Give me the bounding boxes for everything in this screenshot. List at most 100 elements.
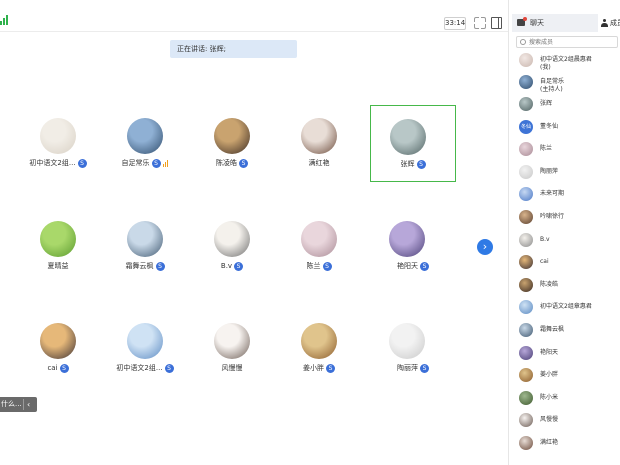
participant-badge-icon: S [322,261,332,271]
member-name: 霜舞云枫 [540,326,565,333]
member-list-item[interactable]: 自足常乐 (主持人) [519,75,619,93]
member-avatar [519,53,533,67]
member-avatar [519,323,533,337]
participant-label: B.v S [189,261,275,271]
member-list-item[interactable]: 陈小米 [519,390,619,408]
participant-tile[interactable]: 艳阳天 S [370,221,456,277]
participant-avatar [40,118,76,154]
participant-badge-icon: S [420,261,429,271]
chevron-left-icon[interactable]: ‹ [27,397,30,412]
participant-label: 初中语文2组... S [15,158,101,168]
member-list-item[interactable]: 未来可期 [519,187,619,204]
member-name: cai [540,258,549,266]
participant-name: 陶丽萍 [397,364,418,372]
member-name: 自足常乐 [540,78,565,85]
member-list-item[interactable]: 满红艳 [519,436,619,453]
member-list-item[interactable]: 张辉 [519,97,619,114]
chat-icon [517,17,527,26]
member-role: (主持人) [540,86,563,93]
side-panel-toggle-icon[interactable] [491,17,502,29]
participant-badge-icon: S [59,363,69,373]
participant-avatar [389,221,425,257]
member-avatar: 冬仙 [519,119,533,134]
participant-name: 夏晴益 [47,262,69,270]
participant-name: 张辉 [400,160,415,168]
member-name: 陈凌皓 [540,280,559,288]
member-list-item[interactable]: 陶丽萍 [519,164,619,182]
member-list-item[interactable]: 初中语文2组晨惠君 (我) [519,53,619,71]
member-list-item[interactable]: cai [519,255,619,272]
participant-label: 风慢慢 [189,363,275,373]
meeting-window: 33:14 正在讲话: 张辉; 初中语文2组... S 自足常乐 S 陈凌皓 S 满红艳 张辉… [0,0,620,465]
participant-avatar [40,323,76,359]
participant-label: 陶丽萍 S [370,363,456,373]
members-sidebar: 聊天 成员 初中语文2组晨惠君(我) 自足常乐(主持人) 张辉冬仙董冬仙陈兰陶丽萍未… [508,0,620,465]
member-list-item[interactable]: 初中语文2组章惠君 [519,300,619,317]
member-list-item[interactable]: 吟啸徐行 [519,210,619,227]
participant-name: 陈兰 [306,262,321,270]
member-avatar [519,436,533,450]
member-avatar [519,345,533,360]
search-icon [520,39,526,45]
top-toolbar: 33:14 [0,0,508,32]
participant-label: 自足常乐 S [102,158,188,168]
member-avatar [519,164,533,179]
member-search-input[interactable] [529,37,615,47]
participant-name: 自足常乐 [121,159,150,167]
member-list-item[interactable]: 艳阳天 [519,345,619,363]
member-avatar [519,413,533,428]
participant-name: 陈凌皓 [216,159,237,167]
signal-strength-icon [0,15,8,25]
participant-badge-icon: S [155,261,165,271]
participant-tile[interactable]: 陶丽萍 S [370,323,456,379]
participant-label: 陈兰 S [276,261,362,271]
member-list-item[interactable]: 冬仙 董冬仙 [519,119,619,137]
participant-label: 初中语文2组... S [102,363,188,373]
tab-chat[interactable]: 聊天 [512,14,598,32]
participant-name: 满红艳 [308,159,330,167]
member-list-item[interactable]: 姜小胖 [519,368,619,385]
member-name: 张辉 [540,100,553,107]
participant-badge-icon: S [326,363,335,373]
participant-label: cai S [15,363,101,373]
meeting-timer: 33:14 [444,17,466,30]
collapsed-panel-tab[interactable]: 什么... ‹ [0,397,37,412]
member-name: B.v [540,235,550,243]
participant-name: 艳阳天 [397,262,418,270]
audio-level-icon [162,159,169,167]
next-page-button[interactable]: › [477,239,493,255]
member-avatar [519,277,533,292]
participant-avatar [214,118,250,154]
member-avatar [519,390,533,405]
member-list-item[interactable]: 风慢慢 [519,413,619,430]
participant-avatar [127,221,163,257]
participant-avatar [301,323,337,359]
participant-label: 满红艳 [276,158,362,168]
participant-avatar [214,323,250,359]
participant-label: 夏晴益 [15,261,101,271]
tab-members-label: 成员 [610,19,620,27]
participant-avatar [390,119,426,155]
participant-avatar [301,118,337,154]
member-avatar [519,97,533,111]
chevron-right-icon: › [482,240,488,253]
member-role: (我) [540,64,551,71]
member-list-item[interactable]: 陈兰 [519,142,619,159]
tab-members[interactable]: 成员 [600,14,620,32]
participant-label: 张辉 S [371,159,455,169]
member-search-box[interactable] [516,36,618,48]
member-name: 董冬仙 [540,122,559,130]
member-list-item[interactable]: B.v [519,232,619,250]
member-name: 陈小米 [540,393,559,401]
participant-badge-icon: S [416,159,426,169]
speaking-indicator: 正在讲话: 张辉; [170,40,297,58]
participant-badge-icon: S [420,363,429,373]
participant-avatar [301,221,337,257]
person-icon [601,19,608,27]
member-list-item[interactable]: 陈凌皓 [519,277,619,295]
gallery-view-icon[interactable] [474,17,486,29]
participant-badge-icon: S [239,158,248,168]
participant-tile[interactable]: 张辉 S [370,105,456,182]
member-list-item[interactable]: 霜舞云枫 [519,323,619,340]
divider [23,399,24,410]
